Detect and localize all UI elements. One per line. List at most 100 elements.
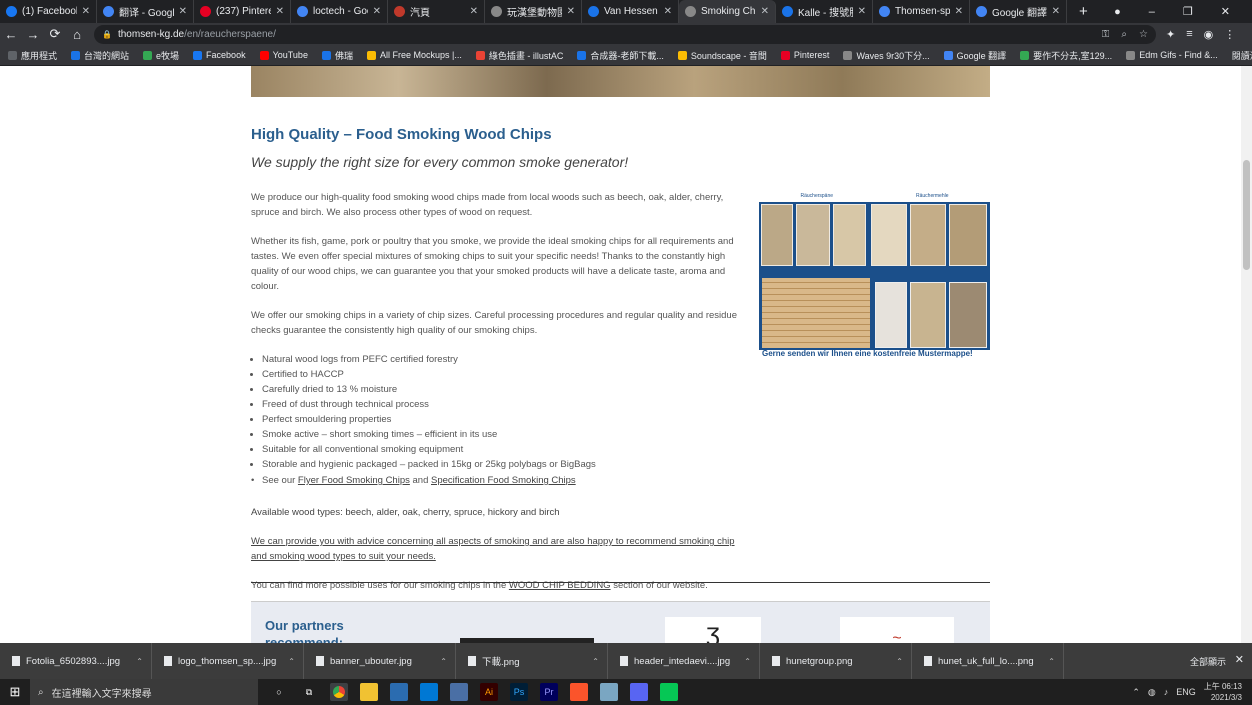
bookmark-item[interactable]: Facebook (193, 49, 246, 62)
extensions-icon[interactable]: ✦ (1166, 28, 1175, 41)
zoom-icon[interactable]: ⌕ (1121, 29, 1127, 40)
advice-text[interactable]: We can provide you with advice concernin… (251, 534, 747, 564)
bookmark-item[interactable]: 台灣的網站 (71, 49, 129, 62)
bookmark-item[interactable]: 要作不分去,室129... (1020, 49, 1112, 62)
tab[interactable]: (237) Pinterest ✕ (194, 0, 291, 23)
star-icon[interactable]: ☆ (1139, 29, 1148, 40)
forward-button[interactable]: → (22, 27, 44, 42)
reading-list[interactable]: 閱讀清單 (1232, 49, 1252, 62)
close-tab-icon[interactable]: ✕ (373, 6, 381, 17)
bookmark-item[interactable]: 合成器-老師下載... (577, 49, 664, 62)
tab[interactable]: Van Hessen - S ✕ (582, 0, 679, 23)
close-tab-icon[interactable]: ✕ (179, 6, 187, 17)
volume-icon[interactable]: ♪ (1164, 687, 1169, 697)
close-tab-icon[interactable]: ✕ (1052, 6, 1060, 17)
chevron-up-icon[interactable]: ⌃ (136, 657, 143, 666)
bookmark-item[interactable]: e牧場 (143, 49, 179, 62)
close-tab-icon[interactable]: ✕ (955, 6, 963, 17)
taskbar-search[interactable]: ⌕ 在這裡輸入文字來搜尋 (30, 679, 258, 705)
download-item[interactable]: hunetgroup.png ⌃ (760, 643, 912, 679)
close-tab-icon[interactable]: ✕ (567, 6, 575, 17)
chevron-up-icon[interactable]: ⌃ (440, 657, 447, 666)
page-scrollbar[interactable] (1241, 66, 1252, 643)
chevron-up-icon[interactable]: ⌃ (1132, 687, 1140, 698)
back-button[interactable]: ← (0, 27, 22, 42)
premiere-icon[interactable]: Pr (540, 683, 558, 701)
store-icon[interactable] (390, 683, 408, 701)
new-tab-button[interactable]: + (1079, 3, 1088, 20)
brave-icon[interactable] (570, 683, 588, 701)
tab[interactable]: Kalle - 搜號服收 ✕ (776, 0, 873, 23)
tab[interactable]: loctech - Goog ✕ (291, 0, 388, 23)
address-bar[interactable]: 🔒 thomsen-kg.de/en/raeucherspaene/ ⚿ ⌕ ☆ (94, 24, 1156, 44)
close-downloads-icon[interactable]: ✕ (1235, 653, 1244, 666)
download-item[interactable]: logo_thomsen_sp....jpg ⌃ (152, 643, 304, 679)
calculator-icon[interactable] (450, 683, 468, 701)
close-tab-icon[interactable]: ✕ (276, 6, 284, 17)
start-icon[interactable]: ⊞ (0, 684, 30, 700)
chevron-up-icon[interactable]: ⌃ (896, 657, 903, 666)
chevron-up-icon[interactable]: ⌃ (592, 657, 599, 666)
close-tab-icon[interactable]: ✕ (470, 6, 478, 17)
chevron-up-icon[interactable]: ⌃ (1048, 657, 1055, 666)
file-explorer-icon[interactable] (360, 683, 378, 701)
bookmark-item[interactable]: Waves 9r30下分... (843, 49, 930, 62)
lock-icon[interactable]: 🔒 (102, 30, 112, 39)
key-icon[interactable]: ⚿ (1102, 29, 1110, 40)
header-banner-image (251, 66, 990, 97)
bookmark-item[interactable]: Edm Gifs - Find &... (1126, 49, 1218, 62)
bookmark-item[interactable]: Soundscape - 音間 (677, 49, 767, 62)
tab[interactable]: 玩漢堡動物園上 ✕ (485, 0, 582, 23)
chevron-up-icon[interactable]: ⌃ (288, 657, 295, 666)
tab[interactable]: Google 翻譯 ✕ (970, 0, 1067, 23)
photoshop-icon[interactable]: Ps (510, 683, 528, 701)
profile-icon[interactable]: ● (1114, 6, 1121, 18)
line-icon[interactable] (660, 683, 678, 701)
task-view-icon[interactable]: ⧉ (300, 683, 318, 701)
home-button[interactable]: ⌂ (66, 27, 88, 42)
illustrator-icon[interactable]: Ai (480, 683, 498, 701)
download-item[interactable]: banner_ubouter.jpg ⌃ (304, 643, 456, 679)
close-tab-icon[interactable]: ✕ (82, 6, 90, 17)
download-item[interactable]: header_intedaevi....jpg ⌃ (608, 643, 760, 679)
queue-icon[interactable]: ≡ (1186, 28, 1192, 41)
tab[interactable]: 汽頁 ✕ (388, 0, 485, 23)
tab[interactable]: Smoking Chips ✕ (679, 0, 776, 23)
tab[interactable]: 翻译 - Google 搜 ✕ (97, 0, 194, 23)
reload-button[interactable]: ⟳ (44, 26, 66, 42)
close-tab-icon[interactable]: ✕ (858, 6, 866, 17)
menu-icon[interactable]: ⋮ (1224, 28, 1235, 41)
bookmark-item[interactable]: Google 翻譯 (943, 49, 1006, 62)
cortana-icon[interactable]: ○ (270, 683, 288, 701)
mail-icon[interactable] (420, 683, 438, 701)
bookmark-item[interactable]: 佛瑞 (321, 49, 353, 62)
bookmark-item[interactable]: 應用程式 (8, 49, 57, 62)
partner-logo[interactable]: ʒ (665, 617, 761, 643)
close-tab-icon[interactable]: ✕ (664, 6, 672, 17)
chrome-icon[interactable] (330, 683, 348, 701)
lang-indicator[interactable]: ENG (1176, 687, 1196, 697)
clock[interactable]: 上午 06:13 2021/3/3 (1204, 681, 1242, 703)
chevron-up-icon[interactable]: ⌃ (744, 657, 751, 666)
bookmark-item[interactable]: Pinterest (780, 49, 829, 62)
close-window-button[interactable]: ✕ (1221, 5, 1230, 18)
bookmark-item[interactable]: YouTube (259, 49, 308, 62)
minimize-button[interactable]: – (1149, 6, 1155, 18)
close-tab-icon[interactable]: ✕ (761, 6, 769, 17)
restore-button[interactable]: ❐ (1183, 5, 1193, 18)
flyer-link[interactable]: Flyer Food Smoking Chips (298, 475, 410, 486)
tab[interactable]: (1) Facebook ✕ (0, 0, 97, 23)
app-icon[interactable] (600, 683, 618, 701)
specification-link[interactable]: Specification Food Smoking Chips (431, 475, 576, 486)
download-item[interactable]: 下載.png ⌃ (456, 643, 608, 679)
download-item[interactable]: Fotolia_6502893....jpg ⌃ (0, 643, 152, 679)
bookmark-item[interactable]: 綠色插畫 - illustAC (475, 49, 563, 62)
partner-logo[interactable]: ~ (840, 617, 954, 643)
download-item[interactable]: hunet_uk_full_lo....png ⌃ (912, 643, 1064, 679)
scrollbar-thumb[interactable] (1243, 160, 1250, 270)
bookmark-item[interactable]: All Free Mockups |... (366, 49, 462, 62)
tab[interactable]: Thomsen-spar ✕ (873, 0, 970, 23)
discord-icon[interactable] (630, 683, 648, 701)
network-icon[interactable]: ◍ (1148, 687, 1156, 698)
avatar[interactable]: ◉ (1204, 28, 1214, 41)
